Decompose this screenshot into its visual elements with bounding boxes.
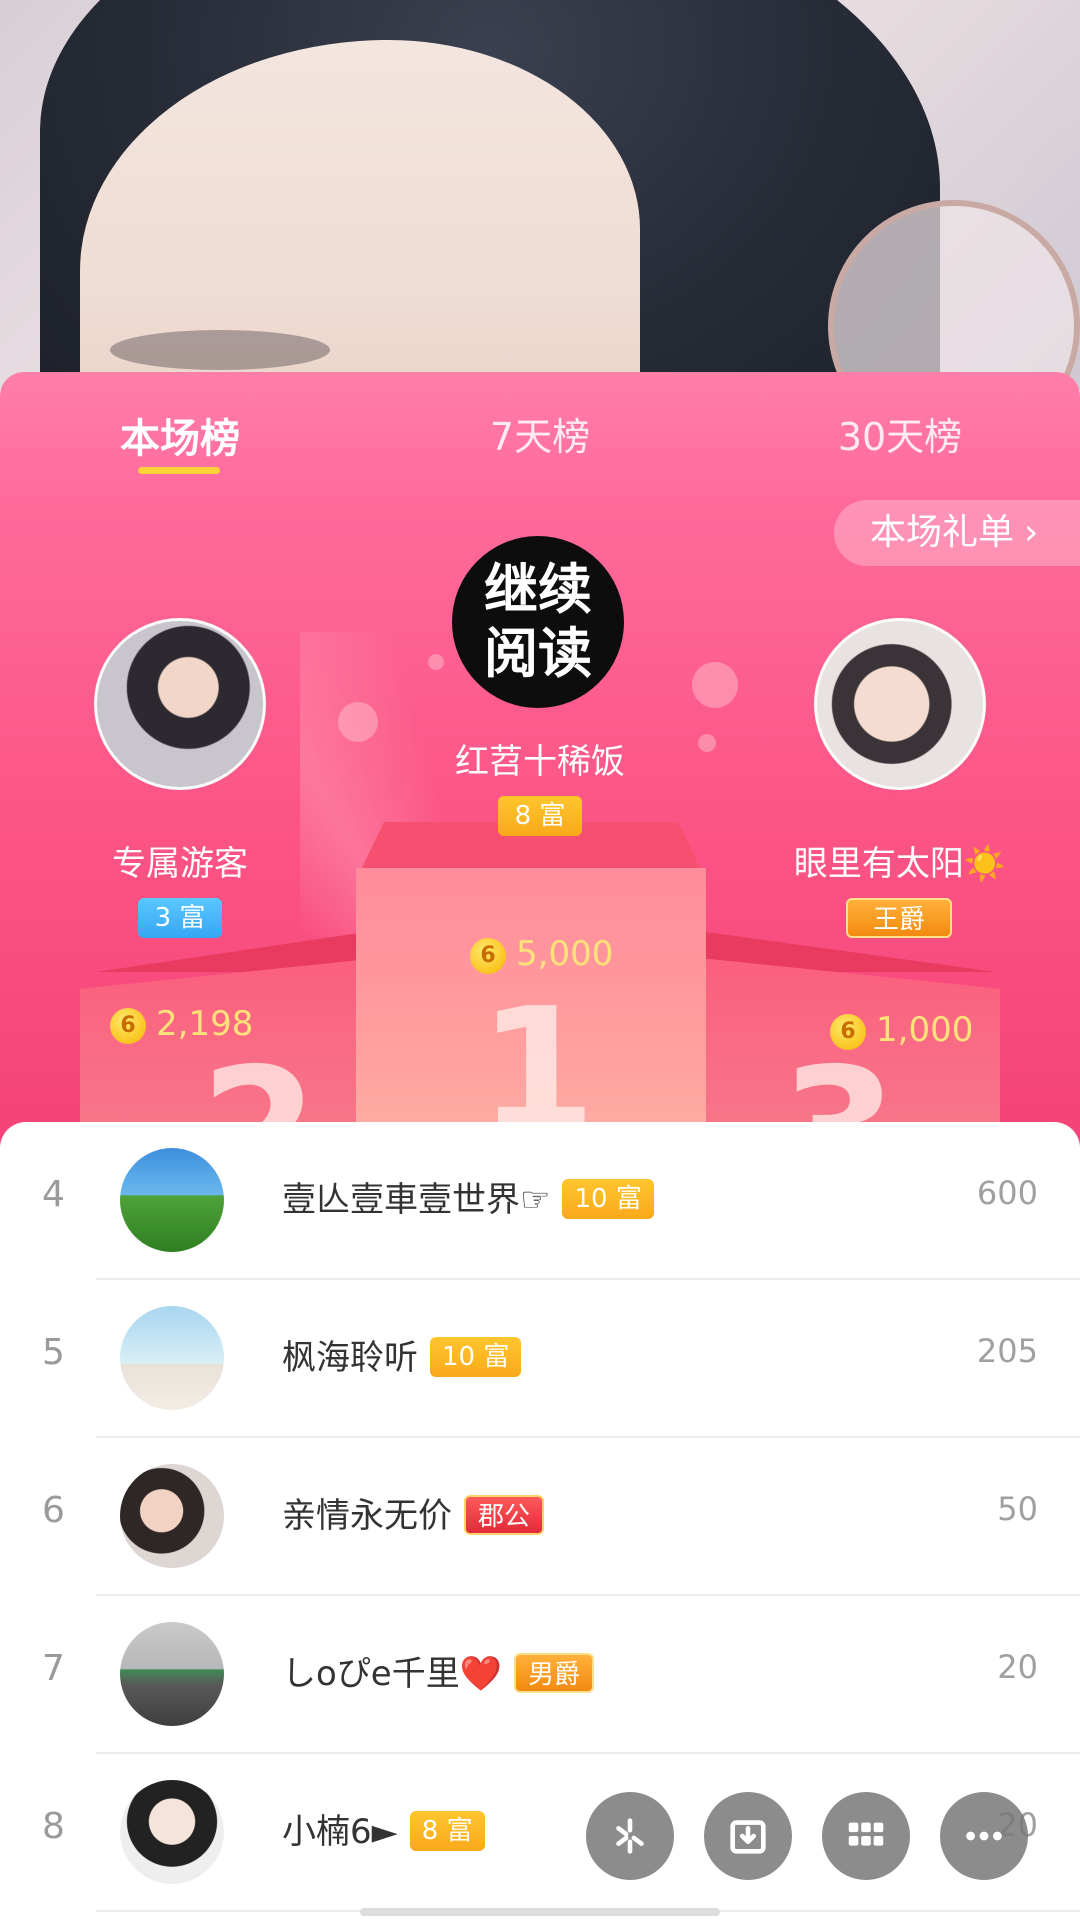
gift-value: 205: [976, 1332, 1038, 1370]
user-name-text: しoぴe千里❤️: [282, 1654, 503, 1694]
level-badge: 8 富: [409, 1810, 485, 1851]
first-place-name: 红苕十稀饭: [455, 742, 625, 782]
streamer-photo: [0, 0, 1080, 390]
grid-icon[interactable]: [822, 1792, 910, 1880]
list-item[interactable]: 8 小楠6►8 富 20: [0, 1754, 1080, 1912]
third-place-score-value: 1,000: [876, 1010, 974, 1050]
coin-icon: 6: [470, 937, 506, 974]
continue-reading-text: 继续 阅读: [484, 558, 592, 685]
second-place-avatar[interactable]: [94, 618, 266, 790]
avatar: [120, 1622, 224, 1726]
third-place-avatar[interactable]: [814, 618, 986, 790]
home-indicator[interactable]: [360, 1908, 720, 1916]
rank-number: 4: [42, 1174, 65, 1215]
ranking-tabs: 本场榜 7天榜 30天榜: [0, 372, 1080, 500]
level-badge: 男爵: [514, 1652, 595, 1693]
second-place-name: 专属游客: [112, 844, 248, 884]
third-place-score: 6 1,000: [830, 1010, 973, 1050]
list-item[interactable]: 7 しoぴe千里❤️ 男爵 20: [0, 1596, 1080, 1754]
second-place-score-value: 2,198: [156, 1004, 254, 1044]
rank-number: 5: [42, 1332, 65, 1373]
bubble: [698, 734, 716, 752]
brow-shape: [110, 330, 330, 370]
rank-number: 6: [42, 1490, 65, 1531]
user-name-text: 小楠6►: [282, 1812, 398, 1852]
user-name-text: 壹亾壹車壹世界☞: [282, 1180, 551, 1220]
user-name: 壹亾壹車壹世界☞ 10 富: [282, 1172, 654, 1222]
first-place-score: 6 5,000: [470, 934, 613, 974]
tab-30-days[interactable]: 30天榜: [780, 406, 1020, 461]
tab-this-show[interactable]: 本场榜: [60, 406, 300, 464]
second-place-score: 6 2,198: [110, 1004, 253, 1044]
user-name-text: 亲情永无价: [282, 1496, 452, 1536]
user-name: 亲情永无价 郡公: [282, 1488, 545, 1538]
download-icon[interactable]: [704, 1792, 792, 1880]
avatar: [120, 1148, 224, 1252]
third-place-badge: 王爵: [846, 898, 952, 938]
level-badge: 10 富: [562, 1178, 654, 1219]
gift-value: 600: [976, 1174, 1038, 1212]
gift-value: 50: [997, 1490, 1038, 1528]
bubble: [428, 654, 444, 670]
more-icon[interactable]: [940, 1792, 1028, 1880]
rank-number: 8: [42, 1806, 65, 1847]
level-badge: 郡公: [464, 1494, 545, 1535]
tab-7-days[interactable]: 7天榜: [420, 406, 660, 461]
user-name: 小楠6► 8 富: [282, 1804, 485, 1854]
ranking-list: 4 壹亾壹車壹世界☞ 10 富 600 5 枫海聆听 10 富 205 6 亲情永无…: [0, 1122, 1080, 1920]
list-item[interactable]: 5 枫海聆听 10 富 205: [0, 1280, 1080, 1438]
active-tab-underline: [138, 467, 220, 474]
first-place-avatar[interactable]: 继续 阅读: [452, 536, 624, 708]
coin-icon: 6: [110, 1007, 146, 1044]
pinwheel-icon[interactable]: [586, 1792, 674, 1880]
gift-value: 20: [997, 1648, 1038, 1686]
first-place-badge: 8 富: [498, 796, 582, 836]
third-place-name: 眼里有太阳☀️: [793, 844, 1007, 884]
avatar: [120, 1780, 224, 1884]
gift-list-link[interactable]: 本场礼单 ›: [834, 500, 1080, 566]
rank-number: 7: [42, 1648, 65, 1689]
avatar: [120, 1464, 224, 1568]
bubble: [338, 702, 378, 742]
user-name: 枫海聆听 10 富: [282, 1330, 522, 1380]
coin-icon: 6: [830, 1013, 866, 1050]
user-name: しoぴe千里❤️ 男爵: [282, 1646, 595, 1696]
chevron-right-icon: ›: [1024, 512, 1039, 553]
user-name-text: 枫海聆听: [282, 1338, 418, 1378]
gift-list-label: 本场礼单: [870, 512, 1015, 553]
avatar: [120, 1306, 224, 1410]
list-item[interactable]: 4 壹亾壹車壹世界☞ 10 富 600: [0, 1122, 1080, 1280]
second-place-badge: 3 富: [138, 898, 222, 938]
level-badge: 10 富: [430, 1336, 522, 1377]
first-place-score-value: 5,000: [516, 934, 614, 974]
bubble: [692, 662, 738, 708]
list-item[interactable]: 6 亲情永无价 郡公 50: [0, 1438, 1080, 1596]
